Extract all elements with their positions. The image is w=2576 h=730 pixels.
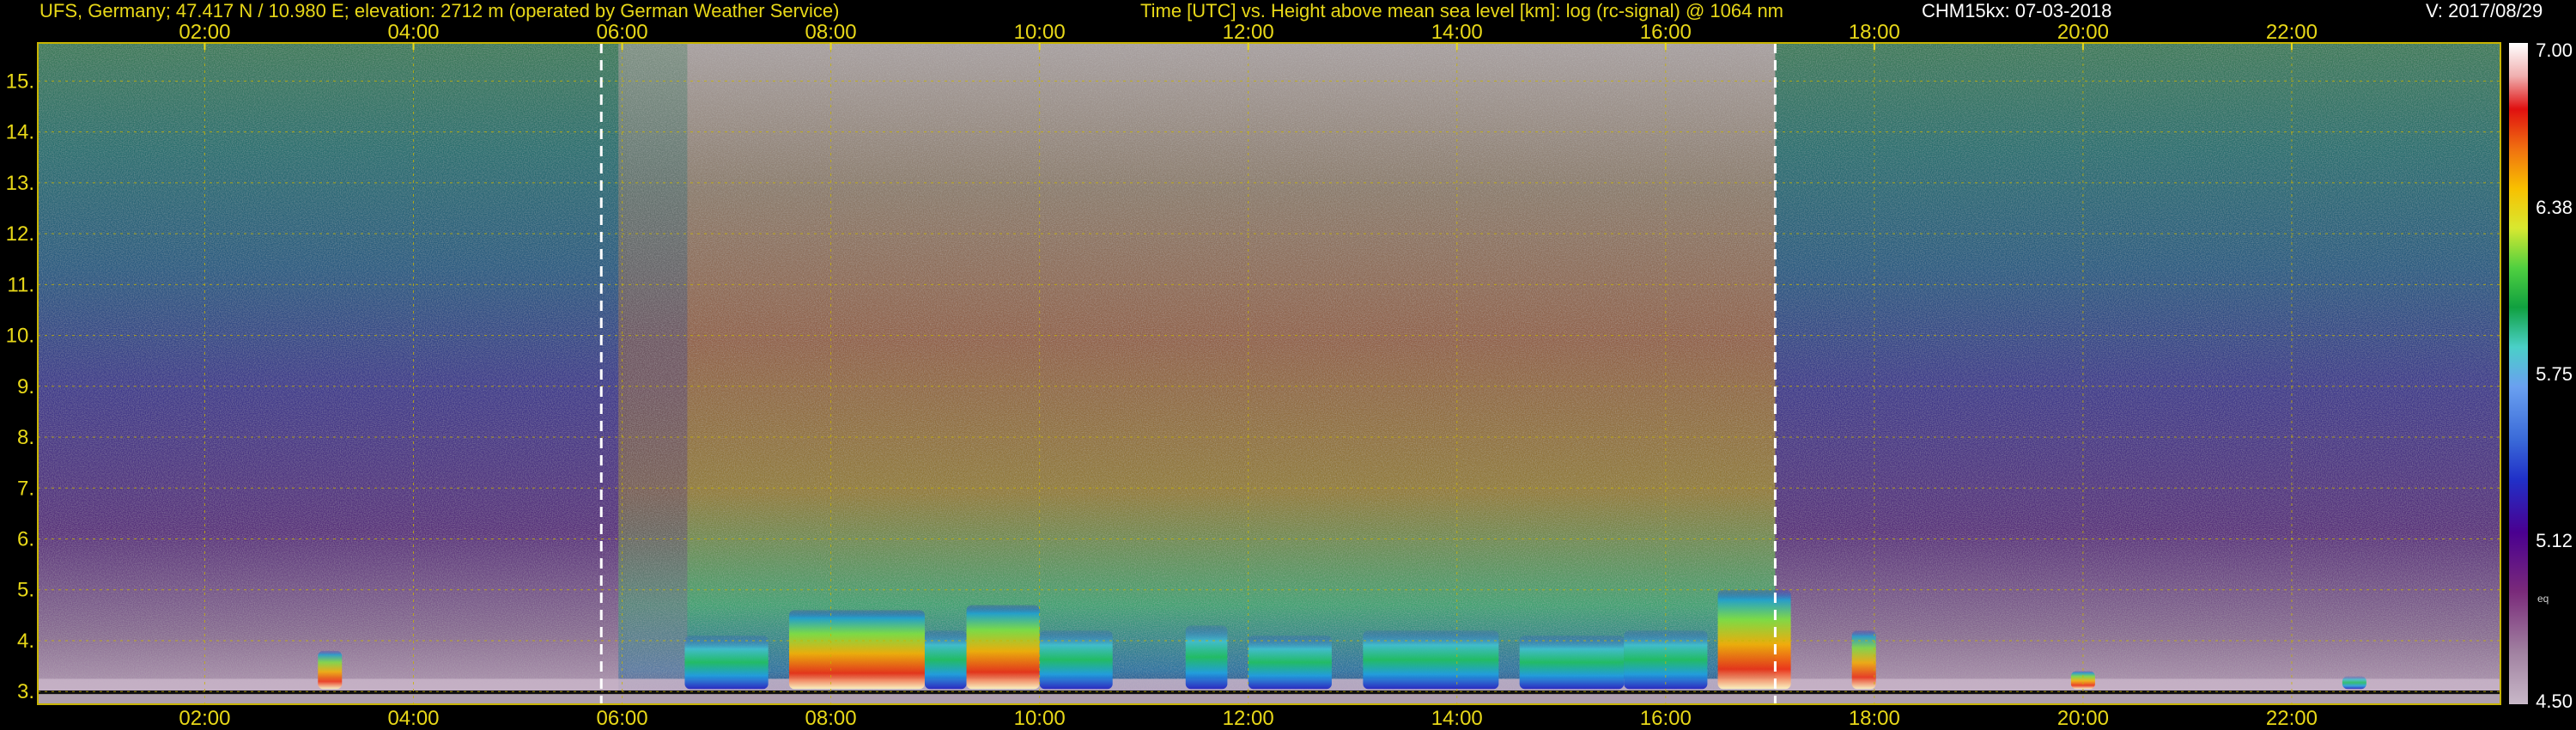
ceilometer-quicklook: UFS, Germany; 47.417 N / 10.980 E; eleva… [0, 0, 2576, 730]
x-tick-label-bottom: 12:00 [1223, 707, 1274, 730]
y-tick-label: 9. [17, 375, 34, 398]
x-tick-label-top: 18:00 [1849, 21, 1900, 44]
x-tick-label-top: 20:00 [2057, 21, 2109, 44]
x-tick-label-bottom: 16:00 [1640, 707, 1692, 730]
colorbar-scale [2509, 43, 2528, 704]
aerosol-block-9 [1519, 636, 1625, 690]
x-tick-label-top: 12:00 [1223, 21, 1274, 44]
y-tick-label: 4. [17, 630, 34, 653]
x-tick-label-bottom: 08:00 [805, 707, 857, 730]
colorbar-tick-label: 7.00 [2536, 40, 2573, 61]
y-tick-label: 8. [17, 426, 34, 449]
y-tick-label: 5. [17, 579, 34, 602]
colorbar-tick-label: 4.50 [2536, 690, 2573, 712]
x-tick-label-bottom: 20:00 [2057, 707, 2109, 730]
below-surface [38, 694, 2500, 704]
noise-light [627, 43, 1776, 704]
x-tick-label-top: 14:00 [1431, 21, 1483, 44]
x-tick-label-top: 10:00 [1014, 21, 1066, 44]
x-tick-label-top: 06:00 [597, 21, 648, 44]
x-tick-label-top: 22:00 [2266, 21, 2318, 44]
plot-area [38, 43, 2500, 704]
aerosol-block-3 [924, 630, 967, 690]
y-tick-label: 12. [6, 222, 34, 246]
x-tick-label-bottom: 10:00 [1014, 707, 1066, 730]
aerosol-block-8 [1363, 630, 1499, 690]
x-tick-label-bottom: 18:00 [1849, 707, 1900, 730]
colorbar: 7.00 6.38 5.75 5.12 4.50 eq [2509, 40, 2573, 712]
x-tick-label-bottom: 02:00 [179, 707, 230, 730]
x-tick-label-bottom: 06:00 [597, 707, 648, 730]
colorbar-tick-label: 5.75 [2536, 363, 2573, 385]
surface-spot-2 [1851, 630, 1876, 690]
aerosol-block-2 [788, 610, 925, 690]
x-tick-label-bottom: 14:00 [1431, 707, 1483, 730]
y-tick-label: 15. [6, 70, 34, 93]
colorbar-label: eq [2537, 593, 2549, 605]
aerosol-block-5 [1039, 630, 1113, 690]
y-tick-label: 11. [7, 273, 34, 296]
chart-svg: 02:00 02:00 04:00 04:00 06:00 06:00 08:00 08:00… [6, 21, 2573, 730]
x-tick-label-top: 16:00 [1640, 21, 1692, 44]
y-tick-label: 7. [17, 477, 34, 500]
y-tick-label: 13. [6, 172, 34, 195]
x-tick-label-top: 04:00 [387, 21, 439, 44]
surface-spot-3 [2070, 671, 2095, 690]
x-tick-label-bottom: 04:00 [387, 707, 439, 730]
aerosol-block-7 [1248, 636, 1332, 690]
aerosol-block-1 [684, 636, 769, 690]
x-tick-label-top: 02:00 [179, 21, 230, 44]
y-tick-label: 3. [17, 680, 34, 703]
aerosol-block-11 [1717, 589, 1791, 690]
x-tick-label-bottom: 22:00 [2266, 707, 2318, 730]
surface-spot-1 [318, 650, 343, 690]
aerosol-block-4 [966, 605, 1040, 690]
y-tick-label: 6. [17, 528, 34, 551]
x-tick-label-top: 08:00 [805, 21, 857, 44]
aerosol-block-10 [1624, 630, 1708, 690]
colorbar-tick-label: 5.12 [2536, 530, 2573, 551]
surface-spot-4 [2342, 676, 2366, 690]
aerosol-block-6 [1185, 625, 1228, 690]
colorbar-tick-label: 6.38 [2536, 197, 2573, 218]
y-tick-label: 14. [6, 121, 34, 144]
y-tick-label: 10. [6, 325, 34, 348]
